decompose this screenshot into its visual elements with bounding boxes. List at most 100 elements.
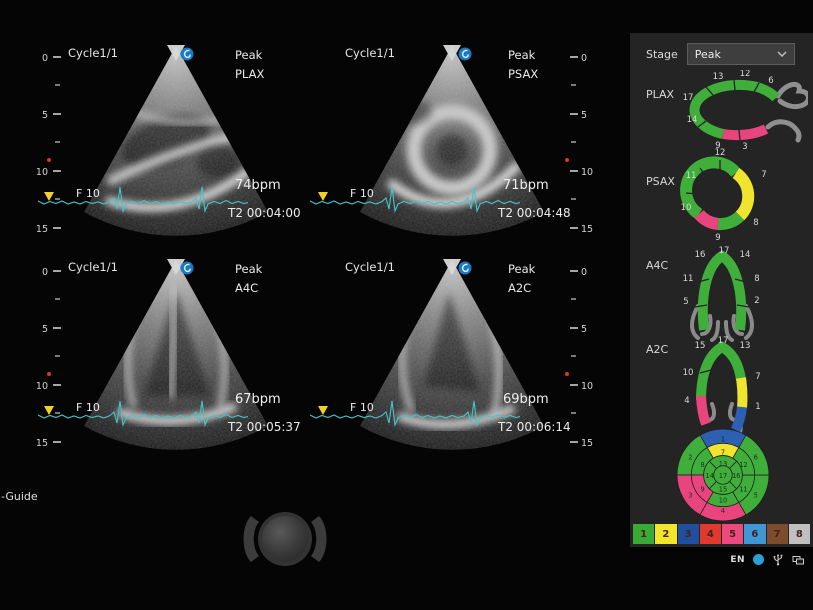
focus-marker — [47, 158, 51, 162]
trackball-indicator — [233, 510, 337, 568]
segment-label: 7 — [761, 170, 766, 180]
segment-label: 4 — [684, 396, 689, 406]
segment — [741, 378, 742, 408]
ruler-label: 15 — [36, 438, 48, 449]
segment-label: 6 — [768, 76, 773, 86]
segment-color-legend: 1 2 3 4 5 6 7 8 — [633, 524, 810, 544]
focus-marker — [47, 372, 51, 376]
ruler-label: 0 — [581, 267, 587, 278]
segment — [718, 216, 740, 224]
stage-view-labels: Peak PSAX — [508, 46, 538, 84]
segment-label: 11 — [683, 274, 694, 284]
guide-label: -Guide — [1, 490, 38, 503]
segment — [723, 134, 740, 135]
bullseye-number: 16 — [732, 472, 740, 480]
view-name: A4C — [235, 279, 262, 298]
segment-numbers: 17 16 14 11 8 5 2 — [683, 246, 760, 307]
ruler-label: 10 — [581, 381, 593, 392]
segment — [699, 214, 718, 224]
ecg-trace — [310, 184, 520, 218]
segment-label: 1 — [755, 402, 760, 412]
quadrant-a4c[interactable]: 0 5 10 15 Cycle1/1 Peak A4C 67bpm T2 00:… — [30, 254, 315, 468]
bullseye-number: 13 — [719, 460, 727, 468]
bullseye-number: 15 — [719, 485, 727, 493]
segment — [701, 396, 706, 424]
legend-item-7: 7 — [767, 524, 788, 544]
bullseye-number: 7 — [721, 449, 725, 457]
vendor-logo-icon — [458, 261, 472, 275]
vendor-logo-icon — [458, 47, 472, 61]
ruler-label: 10 — [36, 381, 48, 392]
segment-label: 13 — [740, 341, 751, 351]
trackball-ball — [262, 516, 308, 562]
legend-item-3: 3 — [678, 524, 699, 544]
ruler-label: 5 — [42, 110, 48, 121]
status-bar: EN — [730, 553, 805, 566]
segment — [736, 407, 743, 430]
ecg-trace — [38, 184, 248, 218]
segment-label: 7 — [755, 372, 760, 382]
legend-item-5: 5 — [722, 524, 743, 544]
segment-label: 17 — [718, 336, 729, 346]
ruler-label: 5 — [581, 110, 587, 121]
status-dot-icon — [753, 554, 764, 565]
ecg-trace — [38, 398, 248, 432]
segment — [701, 347, 741, 400]
stage-value: Peak — [508, 260, 535, 279]
ecg-time-marker — [44, 406, 54, 415]
bullseye-number: 3 — [688, 491, 692, 499]
ruler-label: 0 — [42, 53, 48, 64]
ruler-label: 15 — [36, 224, 48, 235]
bullseye-number: 4 — [721, 507, 725, 515]
focus-marker — [565, 158, 569, 162]
chevron-down-icon — [777, 51, 787, 57]
view-name: PSAX — [508, 65, 538, 84]
ruler-label: 10 — [36, 167, 48, 178]
view-name: A2C — [508, 279, 535, 298]
cycle-counter: Cycle1/1 — [68, 46, 118, 60]
ruler-label: 0 — [42, 267, 48, 278]
segment-label: 8 — [753, 218, 758, 228]
segment-label: 17 — [683, 93, 694, 103]
stage-value: Peak — [508, 46, 538, 65]
quadrant-plax[interactable]: 0 5 10 15 Cycle1/1 Peak PLAX 74bpm T2 00… — [30, 40, 315, 254]
frame-rate: F 10 — [76, 187, 100, 200]
segment-label: 12 — [740, 70, 751, 79]
ruler-label: 10 — [581, 167, 593, 178]
bullseye-number: 5 — [754, 491, 758, 499]
stage-view-labels: Peak A2C — [508, 260, 535, 298]
language-indicator[interactable]: EN — [730, 555, 745, 565]
ruler-label: 5 — [581, 324, 587, 335]
segment — [757, 87, 776, 98]
ruler-label: 5 — [42, 324, 48, 335]
segment-label: 8 — [754, 274, 759, 284]
trackball-right-key — [311, 516, 327, 562]
stage-dropdown[interactable]: Peak — [687, 43, 795, 65]
psax-segment-diagram: 12 11 10 9 8 7 — [660, 148, 785, 248]
bullseye-number: 12 — [739, 461, 747, 469]
segment — [736, 173, 748, 216]
quadrant-a2c[interactable]: 0 5 10 15 Cycle1/1 Peak A2C 69bpm T2 00:… — [310, 254, 595, 468]
legend-item-4: 4 — [700, 524, 721, 544]
frame-rate: F 10 — [76, 401, 100, 414]
bullseye-number: 2 — [688, 454, 692, 462]
a2c-segment-diagram: 17 15 13 10 7 4 1 — [660, 336, 785, 440]
segment-label: 10 — [683, 368, 694, 378]
bullseye-number: 9 — [700, 485, 704, 493]
bullseye-number: 6 — [754, 454, 758, 462]
bullseye-number: 11 — [739, 485, 747, 493]
segment — [734, 85, 757, 87]
quadrant-psax[interactable]: 0 5 10 15 Cycle1/1 Peak PSAX 71bpm T2 00… — [310, 40, 595, 254]
segment-label: 12 — [715, 148, 726, 158]
echo-strain-screen: 0 5 10 15 Cycle1/1 Peak PLAX 74bpm T2 00… — [0, 0, 813, 610]
strain-results-panel: Stage Peak PLAX — [630, 33, 813, 547]
segment-label: 14 — [740, 250, 751, 260]
dual-screen-icon — [792, 554, 805, 566]
cycle-counter: Cycle1/1 — [68, 260, 118, 274]
plax-segment-diagram: 13 12 6 17 14 9 3 — [668, 70, 808, 154]
vendor-logo-icon — [180, 47, 194, 61]
segment-label: 16 — [695, 250, 706, 260]
stage-row: Stage Peak — [646, 43, 795, 65]
a2c-segments — [701, 347, 742, 430]
segment — [740, 129, 766, 135]
